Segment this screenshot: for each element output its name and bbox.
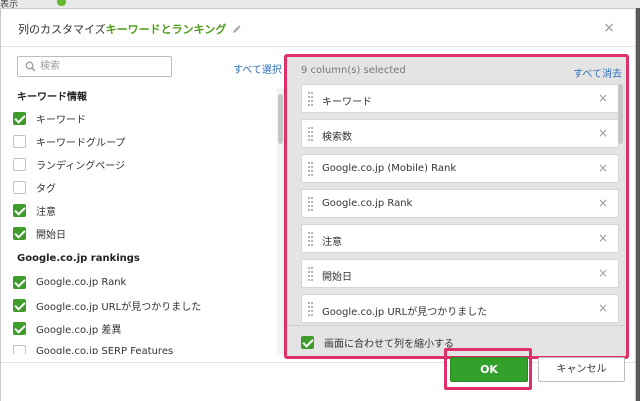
left-scrollbar[interactable]	[277, 88, 284, 354]
shrink-to-fit-label: 画面に合わせて列を縮小する	[324, 338, 454, 350]
selected-columns-header: 9 column(s) selected すべて消去	[287, 57, 626, 83]
option-tag[interactable]: タグ	[13, 179, 56, 195]
option-label: キーワード	[36, 114, 86, 126]
right-scrollbar-thumb[interactable]	[618, 84, 623, 144]
available-columns-list: キーワード情報 キーワード キーワードグループ ランディングページ タグ 注意	[1, 88, 277, 354]
remove-icon[interactable]: ×	[598, 231, 608, 245]
selected-item-label: 検索数	[322, 132, 352, 143]
option-google-serp-features[interactable]: Google.co.jp SERP Features	[13, 343, 173, 354]
checkbox[interactable]	[13, 157, 26, 171]
pencil-icon[interactable]	[232, 24, 242, 34]
drag-handle-icon[interactable]	[308, 267, 314, 281]
dialog-title-prefix: 列のカスタマイズ	[18, 23, 106, 36]
option-google-difference[interactable]: Google.co.jp 差異	[13, 320, 121, 336]
selected-item-label: 開始日	[322, 272, 352, 283]
remove-icon[interactable]: ×	[598, 301, 608, 315]
remove-icon[interactable]: ×	[598, 161, 608, 175]
dialog-title-view-name: キーワードとランキング	[105, 23, 227, 36]
dialog-header: 列のカスタマイズ キーワードとランキング ×	[1, 9, 635, 47]
checkbox[interactable]	[13, 203, 26, 217]
select-all-link[interactable]: すべて選択	[233, 61, 282, 76]
checkbox[interactable]	[13, 180, 26, 194]
option-note[interactable]: 注意	[13, 202, 56, 218]
option-label: ランディングページ	[36, 160, 126, 172]
search-icon	[25, 61, 36, 72]
ok-button[interactable]: OK	[450, 357, 528, 382]
right-scrollbar[interactable]	[617, 84, 624, 324]
option-label: Google.co.jp SERP Features	[36, 345, 174, 355]
drag-handle-icon[interactable]	[308, 302, 314, 316]
selected-item-label: Google.co.jp (Mobile) Rank	[322, 163, 457, 174]
shrink-to-fit-checkbox[interactable]	[301, 335, 314, 349]
drag-handle-icon[interactable]	[308, 197, 314, 211]
shrink-to-fit-option[interactable]: 画面に合わせて列を縮小する	[301, 334, 454, 350]
group-heading-google-rankings: Google.co.jp rankings	[17, 253, 140, 264]
dialog-title: 列のカスタマイズ キーワードとランキング	[18, 21, 242, 37]
selected-item[interactable]: Google.co.jp Rank ×	[301, 189, 619, 218]
option-label: Google.co.jp Rank	[36, 276, 127, 288]
option-start-date[interactable]: 開始日	[13, 225, 66, 241]
selected-item[interactable]: Google.co.jp (Mobile) Rank ×	[301, 154, 619, 183]
remove-icon[interactable]: ×	[598, 196, 608, 210]
group-heading-keyword-info: キーワード情報	[17, 92, 87, 103]
drag-handle-icon[interactable]	[308, 162, 314, 176]
checkbox[interactable]	[13, 134, 26, 148]
cancel-button[interactable]: キャンセル	[538, 357, 625, 382]
column-search-input[interactable]	[40, 59, 168, 74]
drag-handle-icon[interactable]	[308, 92, 314, 106]
customize-columns-dialog: 列のカスタマイズ キーワードとランキング × すべて選択 キーワード情報 キーワ…	[0, 8, 636, 401]
option-keyword-group[interactable]: キーワードグループ	[13, 133, 125, 149]
option-label: タグ	[36, 183, 56, 195]
left-scrollbar-thumb[interactable]	[278, 94, 283, 144]
checkbox[interactable]	[13, 344, 26, 354]
option-label: Google.co.jp URLが見つかりました	[36, 301, 202, 313]
option-label: キーワードグループ	[36, 137, 126, 149]
option-label: 注意	[36, 206, 56, 218]
checkbox[interactable]	[13, 226, 26, 240]
option-google-url-found[interactable]: Google.co.jp URLが見つかりました	[13, 297, 201, 313]
checkbox[interactable]	[13, 111, 26, 125]
clear-all-link[interactable]: すべて消去	[573, 65, 622, 80]
option-label: 開始日	[36, 229, 66, 241]
remove-icon[interactable]: ×	[598, 126, 608, 140]
selected-item[interactable]: 検索数 ×	[301, 119, 619, 148]
remove-icon[interactable]: ×	[598, 91, 608, 105]
checkbox[interactable]	[13, 321, 26, 335]
selected-columns-list: キーワード × 検索数 × Google.co.jp (Mobile) Rank…	[301, 84, 619, 324]
option-keyword[interactable]: キーワード	[13, 110, 86, 126]
selected-item-label: Google.co.jp URLが見つかりました	[322, 307, 488, 318]
selected-item[interactable]: キーワード ×	[301, 84, 619, 113]
selected-item[interactable]: Google.co.jp URLが見つかりました ×	[301, 294, 619, 323]
selected-item[interactable]: 開始日 ×	[301, 259, 619, 288]
checkbox[interactable]	[13, 275, 26, 289]
selected-item-label: 注意	[322, 237, 342, 248]
option-landing-page[interactable]: ランディングページ	[13, 156, 125, 172]
option-google-rank[interactable]: Google.co.jp Rank	[13, 274, 126, 290]
column-search-box[interactable]	[17, 56, 172, 77]
background-app-icon	[57, 0, 66, 6]
selected-item[interactable]: 注意 ×	[301, 224, 619, 253]
option-label: Google.co.jp 差異	[36, 324, 122, 336]
available-columns-pane: すべて選択 キーワード情報 キーワード キーワードグループ ランディングページ …	[1, 48, 284, 354]
selected-columns-pane: 9 column(s) selected すべて消去 キーワード × 検索数 ×…	[284, 54, 629, 359]
close-dialog-icon[interactable]: ×	[603, 20, 615, 36]
selected-item-label: Google.co.jp Rank	[322, 198, 413, 209]
background-window-strip: 表示	[0, 0, 640, 10]
remove-icon[interactable]: ×	[598, 266, 608, 280]
drag-handle-icon[interactable]	[308, 127, 314, 141]
checkbox[interactable]	[13, 298, 26, 312]
selected-count: 9 column(s) selected	[301, 65, 406, 76]
drag-handle-icon[interactable]	[308, 232, 314, 246]
selected-item-label: キーワード	[322, 97, 372, 108]
